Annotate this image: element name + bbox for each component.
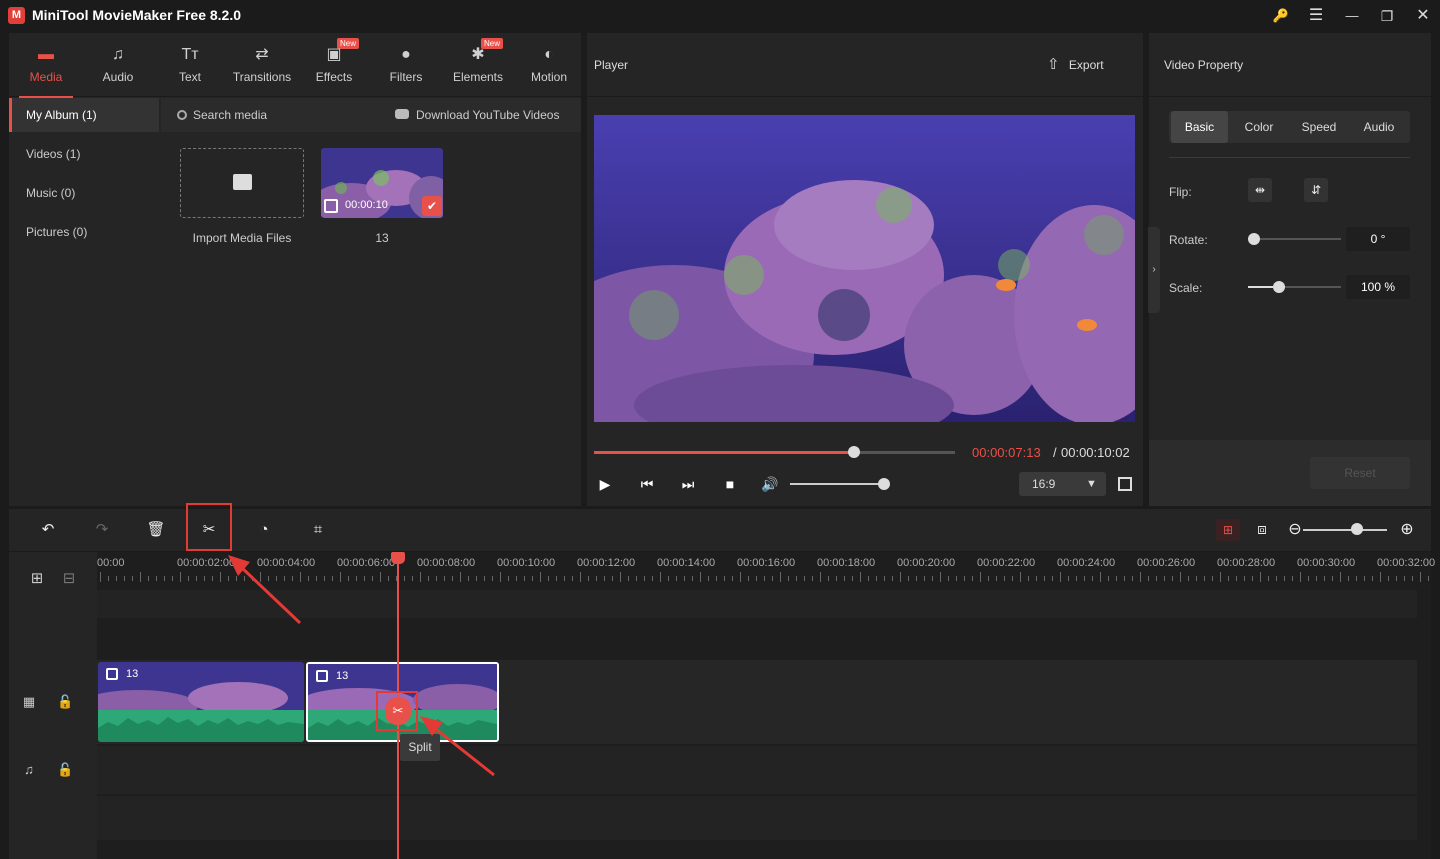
arrow-to-split-button (238, 564, 302, 625)
annotation-arrows (228, 555, 495, 777)
arrow-to-split-marker (431, 724, 495, 777)
